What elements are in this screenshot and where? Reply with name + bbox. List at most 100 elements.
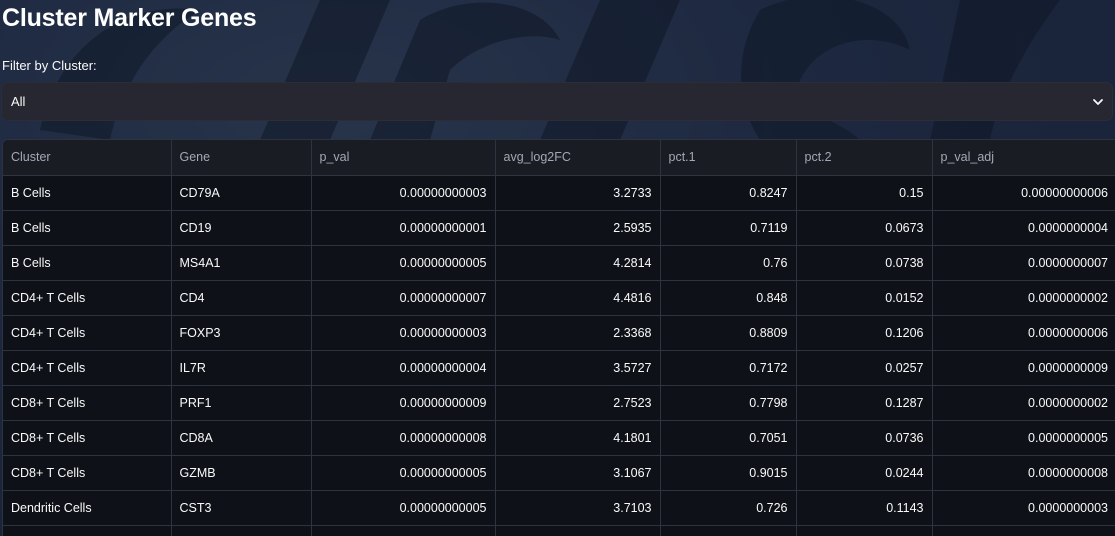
table-row[interactable]: B Cells CD79A 0.00000000003 3.2733 0.8247 0.1… (3, 175, 1115, 211)
filter-label: Filter by Cluster: (2, 58, 97, 73)
cell-avg-log2fc[interactable]: 2.5935 (495, 210, 661, 246)
cell-pct1[interactable]: 0.9015 (660, 455, 797, 491)
table-row[interactable]: CD8+ T Cells PRF1 0.00000000009 2.7523 0.779… (3, 385, 1115, 421)
cell-cluster[interactable]: B Cells (3, 175, 172, 211)
cell-p-val[interactable] (311, 525, 496, 536)
column-header-avg-log2fc[interactable]: avg_log2FC (495, 140, 661, 176)
cell-avg-log2fc[interactable]: 3.2733 (495, 175, 661, 211)
cell-cluster[interactable]: CD4+ T Cells (3, 350, 172, 386)
cell-cluster[interactable]: CD8+ T Cells (3, 455, 172, 491)
cell-gene[interactable]: FOXP3 (171, 315, 312, 351)
cell-avg-log2fc[interactable]: 4.4816 (495, 280, 661, 316)
cell-gene[interactable]: CD79A (171, 175, 312, 211)
cell-gene[interactable]: CD4 (171, 280, 312, 316)
cell-p-val[interactable]: 0.00000000007 (311, 280, 496, 316)
cell-avg-log2fc[interactable]: 4.1801 (495, 420, 661, 456)
cluster-filter-select[interactable]: All (1, 82, 1113, 121)
cell-p-val[interactable]: 0.00000000009 (311, 385, 496, 421)
cell-p-val-adj[interactable]: 0.0000000006 (932, 315, 1115, 351)
column-header-pct2[interactable]: pct.2 (796, 140, 933, 176)
cell-p-val[interactable]: 0.00000000003 (311, 315, 496, 351)
cell-p-val-adj[interactable]: 0.0000000002 (932, 280, 1115, 316)
cell-avg-log2fc[interactable]: 2.7523 (495, 385, 661, 421)
column-header-pct1[interactable]: pct.1 (660, 140, 797, 176)
table-row[interactable]: CD4+ T Cells FOXP3 0.00000000003 2.3368 0.88… (3, 315, 1115, 351)
cell-pct1[interactable]: 0.7119 (660, 210, 797, 246)
cell-avg-log2fc[interactable]: 3.7103 (495, 490, 661, 526)
cell-pct1[interactable]: 0.7172 (660, 350, 797, 386)
table-row[interactable]: CD4+ T Cells IL7R 0.00000000004 3.5727 0.717… (3, 350, 1115, 386)
cell-gene[interactable]: MS4A1 (171, 245, 312, 281)
cell-cluster[interactable]: CD4+ T Cells (3, 315, 172, 351)
cell-pct1[interactable]: 0.848 (660, 280, 797, 316)
column-header-gene[interactable]: Gene (171, 140, 312, 176)
cell-gene[interactable]: GZMB (171, 455, 312, 491)
cell-pct1[interactable]: 0.726 (660, 490, 797, 526)
cell-cluster[interactable]: B Cells (3, 245, 172, 281)
column-header-cluster[interactable]: Cluster (3, 140, 172, 176)
cell-pct1[interactable] (660, 525, 797, 536)
cell-p-val[interactable]: 0.00000000005 (311, 490, 496, 526)
cell-pct2[interactable]: 0.0244 (796, 455, 933, 491)
cell-cluster[interactable]: Dendritic Cells (3, 490, 172, 526)
cell-p-val-adj[interactable]: 0.0000000005 (932, 420, 1115, 456)
cell-avg-log2fc[interactable]: 4.2814 (495, 245, 661, 281)
cell-gene[interactable]: CST3 (171, 490, 312, 526)
cell-gene[interactable]: IL7R (171, 350, 312, 386)
cell-gene[interactable]: PRF1 (171, 385, 312, 421)
cell-avg-log2fc[interactable]: 2.3368 (495, 315, 661, 351)
cell-pct2[interactable]: 0.0738 (796, 245, 933, 281)
cell-pct2[interactable]: 0.0736 (796, 420, 933, 456)
cell-pct2[interactable]: 0.0257 (796, 350, 933, 386)
cell-pct2[interactable]: 0.1206 (796, 315, 933, 351)
cell-p-val-adj[interactable]: 0.0000000002 (932, 385, 1115, 421)
cell-p-val-adj[interactable]: 0.00000000006 (932, 175, 1115, 211)
cell-p-val[interactable]: 0.00000000001 (311, 210, 496, 246)
table-row[interactable]: Dendritic Cells CST3 0.00000000005 3.7103 0.… (3, 490, 1115, 526)
column-header-p-val[interactable]: p_val (311, 140, 496, 176)
cell-p-val-adj[interactable]: 0.0000000003 (932, 490, 1115, 526)
cell-avg-log2fc[interactable]: 3.1067 (495, 455, 661, 491)
cell-p-val-adj[interactable]: 0.0000000008 (932, 455, 1115, 491)
cell-pct2[interactable]: 0.0673 (796, 210, 933, 246)
table-row[interactable]: CD8+ T Cells GZMB 0.00000000005 3.1067 0.901… (3, 455, 1115, 491)
cell-pct2[interactable]: 0.1287 (796, 385, 933, 421)
cell-gene[interactable]: CD19 (171, 210, 312, 246)
cell-pct2[interactable]: 0.15 (796, 175, 933, 211)
table-row[interactable]: B Cells CD19 0.00000000001 2.5935 0.7119 0.06… (3, 210, 1115, 246)
cell-cluster[interactable]: B Cells (3, 210, 172, 246)
cell-pct1[interactable]: 0.76 (660, 245, 797, 281)
cell-avg-log2fc[interactable]: 3.5727 (495, 350, 661, 386)
cell-pct2[interactable] (796, 525, 933, 536)
cell-p-val[interactable]: 0.00000000005 (311, 455, 496, 491)
cell-cluster[interactable] (3, 525, 172, 536)
marker-genes-table[interactable]: Cluster Gene p_val avg_log2FC pct.1 pct.2 p_va… (2, 139, 1115, 536)
cell-p-val[interactable]: 0.00000000005 (311, 245, 496, 281)
cell-pct1[interactable]: 0.7051 (660, 420, 797, 456)
cell-cluster[interactable]: CD4+ T Cells (3, 280, 172, 316)
cell-p-val[interactable]: 0.00000000008 (311, 420, 496, 456)
cell-gene[interactable] (171, 525, 312, 536)
cell-pct1[interactable]: 0.8247 (660, 175, 797, 211)
cell-p-val[interactable]: 0.00000000004 (311, 350, 496, 386)
cell-p-val-adj[interactable]: 0.0000000009 (932, 350, 1115, 386)
column-header-p-val-adj[interactable]: p_val_adj (932, 140, 1115, 176)
cell-p-val-adj[interactable]: 0.0000000004 (932, 210, 1115, 246)
cell-cluster[interactable]: CD8+ T Cells (3, 420, 172, 456)
cell-pct2[interactable]: 0.1143 (796, 490, 933, 526)
cell-pct1[interactable]: 0.7798 (660, 385, 797, 421)
table-row[interactable]: B Cells MS4A1 0.00000000005 4.2814 0.76 0.073… (3, 245, 1115, 281)
cell-avg-log2fc[interactable] (495, 525, 661, 536)
table-row[interactable]: CD4+ T Cells CD4 0.00000000007 4.4816 0.848 0… (3, 280, 1115, 316)
cell-pct1[interactable]: 0.8809 (660, 315, 797, 351)
cell-gene[interactable]: CD8A (171, 420, 312, 456)
cluster-filter-value: All (11, 94, 26, 109)
table-row[interactable]: CD8+ T Cells CD8A 0.00000000008 4.1801 0.705… (3, 420, 1115, 456)
chevron-down-icon (1093, 99, 1103, 105)
cell-cluster[interactable]: CD8+ T Cells (3, 385, 172, 421)
table-row[interactable] (3, 525, 1115, 536)
cell-p-val-adj[interactable]: 0.0000000007 (932, 245, 1115, 281)
cell-p-val-adj[interactable] (932, 525, 1115, 536)
cell-pct2[interactable]: 0.0152 (796, 280, 933, 316)
cell-p-val[interactable]: 0.00000000003 (311, 175, 496, 211)
